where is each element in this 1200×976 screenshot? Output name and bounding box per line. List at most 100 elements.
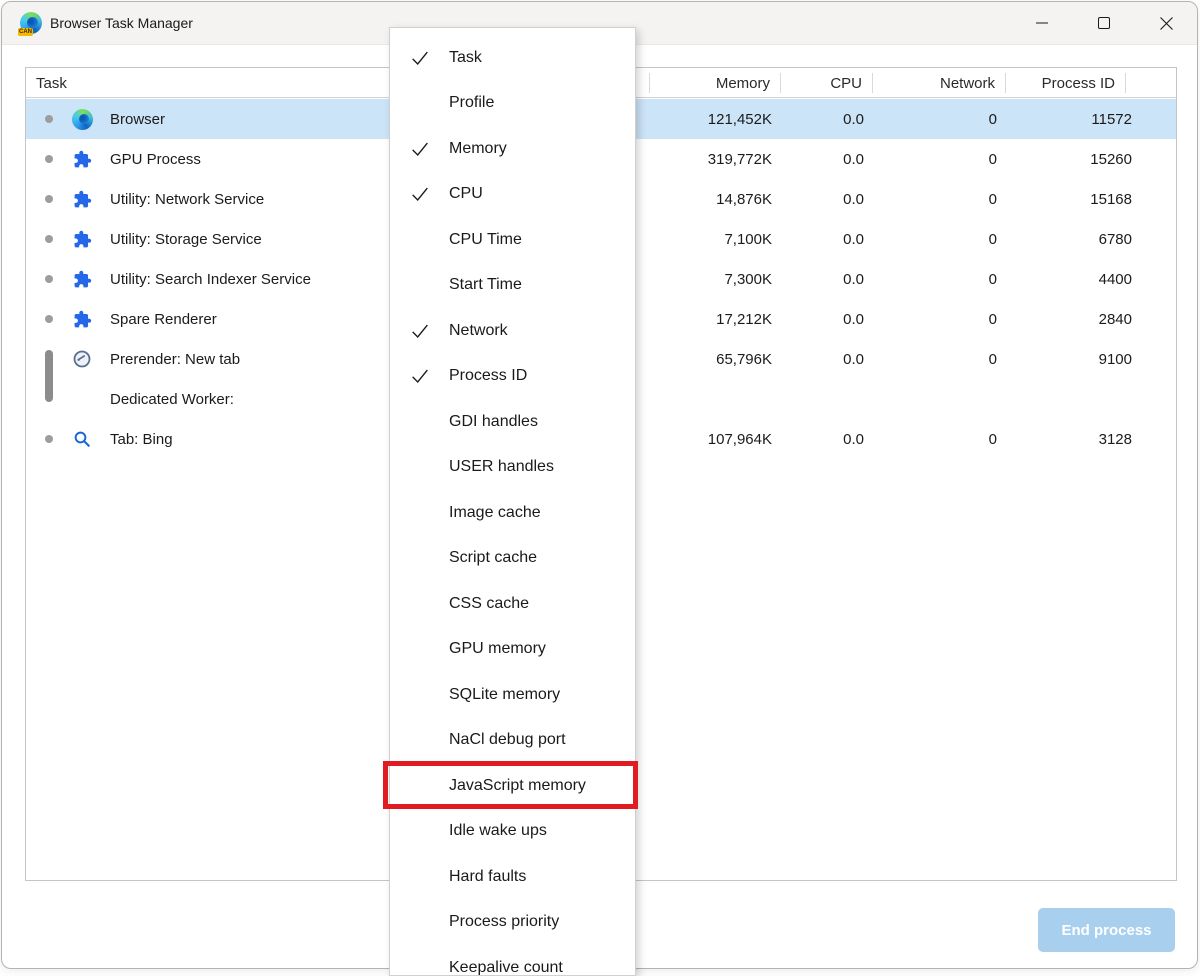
- process-id-value: 15260: [1012, 139, 1140, 179]
- task-name: Utility: Storage Service: [110, 219, 262, 259]
- network-value: 0: [892, 419, 1005, 459]
- status-dot: [45, 275, 53, 283]
- process-id-value: 4400: [1012, 259, 1140, 299]
- end-process-button[interactable]: End process: [1038, 908, 1175, 952]
- menu-item-label: Idle wake ups: [449, 822, 547, 840]
- menu-item-process-priority[interactable]: Process priority: [390, 900, 635, 946]
- menu-item-gdi-handles[interactable]: GDI handles: [390, 399, 635, 445]
- menu-item-label: Network: [449, 322, 508, 340]
- edge-browser-icon: [71, 108, 93, 130]
- menu-item-script-cache[interactable]: Script cache: [390, 536, 635, 582]
- cpu-value: 0.0: [796, 99, 872, 139]
- cpu-value: 0.0: [796, 139, 872, 179]
- menu-item-image-cache[interactable]: Image cache: [390, 490, 635, 536]
- menu-item-label: GDI handles: [449, 413, 538, 431]
- process-id-value: 2840: [1012, 299, 1140, 339]
- menu-item-label: Start Time: [449, 276, 522, 294]
- status-dot: [45, 155, 53, 163]
- task-name: Utility: Search Indexer Service: [110, 259, 311, 299]
- process-id-value: 15168: [1012, 179, 1140, 219]
- minimize-button[interactable]: [1011, 2, 1073, 44]
- menu-item-css-cache[interactable]: CSS cache: [390, 581, 635, 627]
- checkmark-icon: [409, 229, 439, 251]
- menu-item-label: Process priority: [449, 913, 559, 931]
- menu-item-label: Profile: [449, 94, 494, 112]
- task-name: GPU Process: [110, 139, 201, 179]
- checkmark-icon: [409, 365, 439, 387]
- checkmark-icon: [409, 411, 439, 433]
- menu-item-hard-faults[interactable]: Hard faults: [390, 854, 635, 900]
- process-id-value: 9100: [1012, 339, 1140, 379]
- column-header-task[interactable]: Task: [36, 68, 67, 98]
- checkmark-icon: [409, 92, 439, 114]
- gauge-icon: [71, 348, 93, 370]
- column-header-process-id[interactable]: Process ID: [1005, 68, 1125, 98]
- extension-puzzle-icon: [71, 228, 93, 250]
- close-button[interactable]: [1135, 2, 1197, 44]
- checkmark-icon: [409, 47, 439, 69]
- status-dot: [45, 115, 53, 123]
- checkmark-icon: [409, 957, 439, 976]
- menu-item-start-time[interactable]: Start Time: [390, 263, 635, 309]
- process-id-value: 11572: [1012, 99, 1140, 139]
- menu-item-user-handles[interactable]: USER handles: [390, 445, 635, 491]
- menu-item-keepalive-count[interactable]: Keepalive count: [390, 945, 635, 976]
- column-header-network[interactable]: Network: [872, 68, 1005, 98]
- task-name: Prerender: New tab: [110, 339, 240, 379]
- menu-item-profile[interactable]: Profile: [390, 81, 635, 127]
- menu-item-label: CPU: [449, 185, 483, 203]
- task-name: Utility: Network Service: [110, 179, 264, 219]
- menu-item-label: Hard faults: [449, 868, 526, 886]
- cpu-value: 0.0: [796, 339, 872, 379]
- cpu-value: 0.0: [796, 299, 872, 339]
- checkmark-icon: [409, 820, 439, 842]
- menu-item-label: USER handles: [449, 458, 554, 476]
- network-value: 0: [892, 179, 1005, 219]
- menu-item-label: Task: [449, 49, 482, 67]
- menu-item-network[interactable]: Network: [390, 308, 635, 354]
- menu-item-cpu[interactable]: CPU: [390, 172, 635, 218]
- checkmark-icon: [409, 456, 439, 478]
- column-header-memory[interactable]: Memory: [649, 68, 780, 98]
- network-value: 0: [892, 339, 1005, 379]
- network-value: 0: [892, 259, 1005, 299]
- extension-puzzle-icon: [71, 308, 93, 330]
- cpu-value: [796, 379, 872, 419]
- menu-item-sqlite-memory[interactable]: SQLite memory: [390, 672, 635, 718]
- checkmark-icon: [409, 502, 439, 524]
- menu-item-gpu-memory[interactable]: GPU memory: [390, 627, 635, 673]
- checkmark-icon: [409, 638, 439, 660]
- checkmark-icon: [409, 684, 439, 706]
- checkmark-icon: [409, 729, 439, 751]
- column-header-cpu[interactable]: CPU: [780, 68, 872, 98]
- maximize-button[interactable]: [1073, 2, 1135, 44]
- menu-item-label: NaCl debug port: [449, 731, 566, 749]
- network-value: 0: [892, 299, 1005, 339]
- process-id-value: 6780: [1012, 219, 1140, 259]
- menu-item-label: Memory: [449, 140, 507, 158]
- menu-item-label: CSS cache: [449, 595, 529, 613]
- cpu-value: 0.0: [796, 219, 872, 259]
- checkmark-icon: [409, 274, 439, 296]
- menu-item-javascript-memory[interactable]: JavaScript memory: [390, 763, 635, 809]
- process-id-value: [1012, 379, 1140, 419]
- menu-item-label: Image cache: [449, 504, 541, 522]
- status-dot: [45, 195, 53, 203]
- menu-item-label: Process ID: [449, 367, 527, 385]
- status-dot: [45, 315, 53, 323]
- menu-item-cpu-time[interactable]: CPU Time: [390, 217, 635, 263]
- canary-badge: CAN: [18, 28, 33, 36]
- menu-item-label: Script cache: [449, 549, 537, 567]
- network-value: [892, 379, 1005, 419]
- columns-context-menu: Task Profile Memory CPU CPU Time Start T…: [389, 27, 636, 976]
- process-id-value: 3128: [1012, 419, 1140, 459]
- menu-item-nacl-debug-port[interactable]: NaCl debug port: [390, 718, 635, 764]
- menu-item-task[interactable]: Task: [390, 35, 635, 81]
- minimize-icon: [1036, 17, 1048, 29]
- menu-item-process-id[interactable]: Process ID: [390, 354, 635, 400]
- status-dot: [45, 435, 53, 443]
- status-dot: [45, 235, 53, 243]
- menu-item-memory[interactable]: Memory: [390, 126, 635, 172]
- menu-item-idle-wake-ups[interactable]: Idle wake ups: [390, 809, 635, 855]
- cpu-value: 0.0: [796, 179, 872, 219]
